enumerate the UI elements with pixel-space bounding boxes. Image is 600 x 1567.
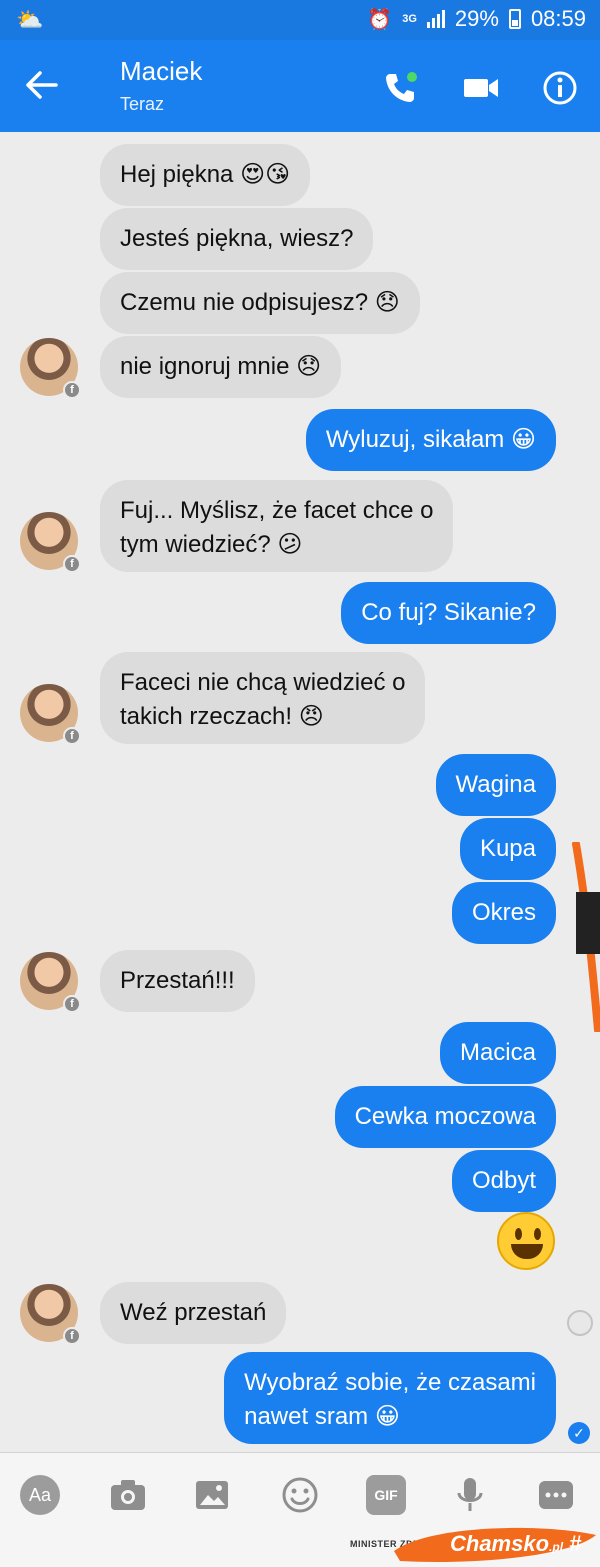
messenger-badge-icon: f (63, 381, 81, 399)
alarm-icon: ⏰ (367, 8, 393, 31)
video-call-icon[interactable] (462, 70, 500, 106)
brand-logo-text: Chamsko.pl # (450, 1531, 582, 1556)
chat-header: Maciek Teraz (0, 40, 600, 132)
network-type: 3G (402, 12, 417, 25)
message-outgoing[interactable]: Kupa (459, 818, 556, 880)
message-outgoing[interactable]: Wyobraź sobie, że czasami nawet sram 😀 (224, 1352, 556, 1444)
messenger-badge-icon: f (63, 555, 81, 573)
emoji-icon[interactable] (280, 1475, 320, 1515)
signal-icon (426, 10, 445, 28)
message-outgoing[interactable]: Cewka moczowa (334, 1086, 556, 1148)
info-icon[interactable] (542, 70, 578, 106)
composer-toolbar: Aa GIF MINISTER ZDROWI Chamsko.pl # (0, 1452, 600, 1567)
brand-suffix: .pl (549, 1540, 564, 1554)
message-outgoing[interactable]: Co fuj? Sikanie? (341, 582, 556, 644)
message-incoming[interactable]: nie ignoruj mnie 😞 (100, 336, 342, 398)
contact-avatar[interactable]: f (20, 512, 81, 573)
contact-status: Teraz (120, 94, 165, 114)
message-outgoing[interactable]: Wagina (435, 754, 556, 816)
brand-name: Chamsko (450, 1531, 550, 1556)
battery-icon (508, 9, 521, 29)
message-incoming[interactable]: Weź przestań (100, 1282, 287, 1344)
battery-percent: 29% (454, 6, 499, 31)
delivered-check-icon: ✓ (568, 1422, 590, 1444)
gif-button[interactable]: GIF (366, 1475, 406, 1515)
dark-edge-fragment (576, 892, 600, 954)
back-arrow-icon[interactable] (24, 70, 58, 100)
message-outgoing[interactable]: Okres (451, 882, 556, 944)
contact-avatar[interactable]: f (20, 952, 81, 1013)
messenger-badge-icon: f (63, 727, 81, 745)
camera-icon[interactable] (108, 1475, 148, 1515)
message-incoming[interactable]: Faceci nie chcą wiedzieć o takich rzecza… (100, 652, 426, 744)
microphone-icon[interactable] (450, 1475, 490, 1515)
message-outgoing[interactable]: Wyluzuj, sikałam 😀 (305, 409, 556, 471)
messenger-badge-icon: f (63, 1327, 81, 1345)
message-incoming[interactable]: Fuj... Myślisz, że facet chce o tym wied… (100, 480, 454, 572)
message-list[interactable]: Hej piękna 😍😘 Jesteś piękna, wiesz? Czem… (0, 132, 600, 1452)
message-incoming[interactable]: Czemu nie odpisujesz? 😞 (100, 272, 420, 334)
phone-call-icon[interactable] (382, 70, 418, 106)
gallery-icon[interactable] (192, 1475, 232, 1515)
contact-name[interactable]: Maciek (120, 56, 202, 87)
seen-receipt-icon (567, 1310, 593, 1336)
message-incoming[interactable]: Przestań!!! (100, 950, 255, 1012)
messenger-badge-icon: f (63, 995, 81, 1013)
more-options-icon[interactable] (536, 1475, 576, 1515)
message-outgoing[interactable]: Odbyt (451, 1150, 556, 1212)
text-input-button[interactable]: Aa (20, 1475, 60, 1515)
weather-icon: ⛅ (16, 7, 44, 32)
grinning-emoji-message-icon[interactable] (497, 1212, 555, 1270)
message-incoming[interactable]: Jesteś piękna, wiesz? (100, 208, 374, 270)
contact-avatar[interactable]: f (20, 338, 81, 399)
contact-avatar[interactable]: f (20, 1284, 81, 1345)
status-bar: ⛅ ⏰ 3G 29% 08:59 (0, 0, 600, 40)
message-outgoing[interactable]: Macica (439, 1022, 556, 1084)
clock: 08:59 (530, 6, 586, 31)
message-incoming[interactable]: Hej piękna 😍😘 (100, 144, 311, 206)
contact-avatar[interactable]: f (20, 684, 81, 745)
